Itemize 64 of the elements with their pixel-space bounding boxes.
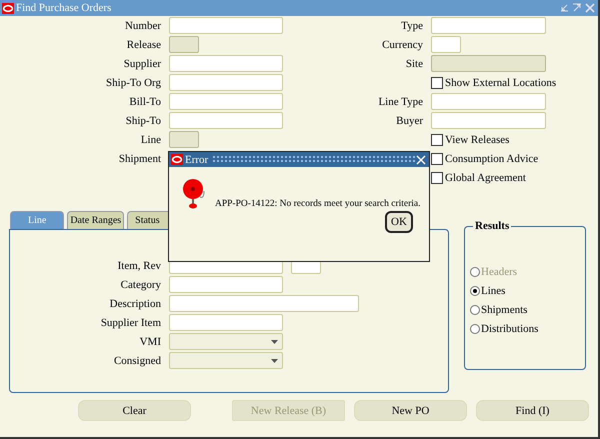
dropdown[interactable] [169, 352, 283, 369]
caret-icon [271, 358, 278, 362]
field-label: Shipment [118, 152, 161, 164]
checkbox[interactable] [431, 76, 443, 88]
ok-button[interactable]: OK [385, 211, 413, 233]
minimize-icon[interactable] [559, 3, 569, 13]
field-label: Bill-To [128, 96, 161, 108]
input-field[interactable] [169, 276, 283, 293]
input-field[interactable] [431, 112, 546, 129]
checkbox-label: View Releases [445, 134, 510, 146]
field-label: Supplier [122, 58, 161, 70]
error-message: APP-PO-14122: No records meet your search criteria. [215, 199, 421, 209]
checkbox-label: Show External Locations [445, 76, 556, 88]
maximize-icon[interactable] [572, 3, 582, 13]
input-field[interactable] [169, 112, 283, 129]
radio-button[interactable] [470, 304, 480, 314]
button[interactable]: Find (I) [476, 400, 589, 421]
field-label: Category [120, 278, 161, 290]
field-label: VMI [138, 336, 161, 348]
radio-label: Headers [481, 266, 518, 278]
field-label: Description [108, 298, 161, 310]
bell-icon [181, 177, 207, 209]
field-label: Supplier Item [100, 316, 161, 328]
input-field[interactable] [431, 17, 546, 34]
input-field[interactable] [169, 295, 359, 312]
field-label: Buyer [395, 114, 423, 126]
checkbox-label: Consumption Advice [445, 152, 538, 164]
dropdown[interactable] [169, 333, 283, 350]
input-field[interactable] [169, 74, 283, 91]
oval-logo-icon [171, 154, 183, 165]
group-title: Results [473, 220, 512, 232]
dialog-title: Error [185, 154, 208, 166]
field-label: Ship-To Org [105, 76, 161, 88]
input-field[interactable] [431, 93, 546, 110]
radio-label: Shipments [481, 304, 528, 316]
checkbox-label: Global Agreement [445, 172, 526, 184]
tab[interactable]: Date Ranges [67, 211, 124, 229]
radio-label: Distributions [481, 322, 538, 334]
input-field[interactable] [169, 93, 283, 110]
input-field[interactable] [169, 55, 283, 72]
input-field[interactable] [169, 314, 283, 331]
radio-button[interactable] [470, 286, 480, 296]
radio-button[interactable] [470, 324, 480, 334]
field-label: Site [404, 58, 423, 70]
field-label: Consigned [112, 354, 161, 366]
radio-label: Lines [481, 284, 506, 296]
field-label: Line Type [377, 96, 423, 108]
checkbox[interactable] [431, 134, 443, 146]
field-label: Line [140, 134, 161, 146]
checkbox[interactable] [431, 152, 443, 164]
button[interactable]: Clear [78, 400, 191, 421]
field-label: Type [400, 20, 423, 32]
button[interactable]: New PO [354, 400, 467, 421]
caret-icon [271, 340, 278, 344]
input-field[interactable] [169, 17, 283, 34]
field-label: Item, Rev [116, 260, 161, 272]
oval-logo-icon [2, 2, 14, 14]
window-title: Find Purchase Orders [16, 2, 112, 14]
input-field[interactable] [431, 36, 461, 53]
field-label: Number [124, 20, 161, 32]
field-label: Currency [381, 38, 423, 50]
field-label: Ship-To [124, 114, 161, 126]
checkbox[interactable] [431, 172, 443, 184]
field-label: Release [126, 38, 161, 50]
